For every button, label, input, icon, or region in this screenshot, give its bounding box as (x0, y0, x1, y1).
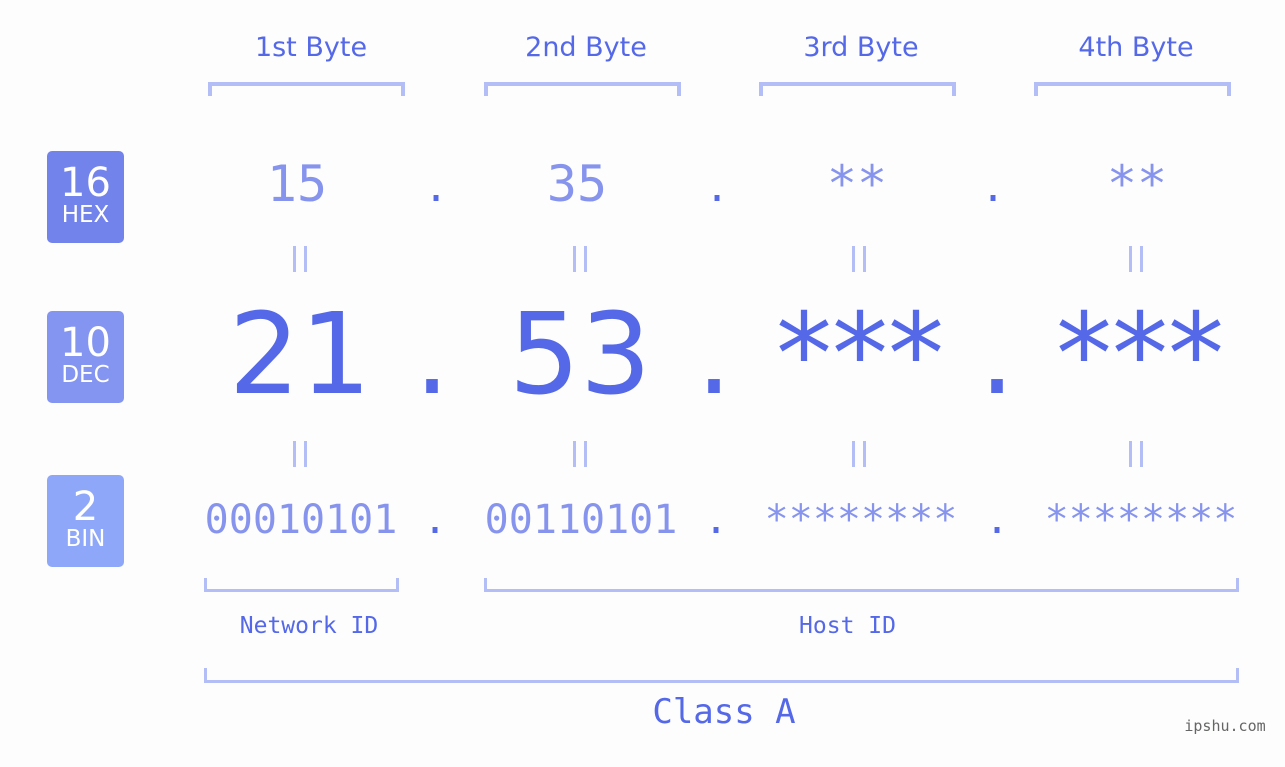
network-id-bracket (204, 578, 399, 592)
hex-octet-4: ** (1106, 155, 1168, 213)
hex-octet-3: ** (826, 155, 888, 213)
equals-hex-dec-4 (1116, 240, 1156, 282)
equals-dec-bin-2 (560, 435, 600, 477)
hex-badge-number: 16 (60, 160, 111, 206)
hex-badge: 16 HEX (47, 151, 124, 243)
byte-header-2: 2nd Byte (525, 32, 647, 63)
dec-dot-1: . (414, 290, 450, 420)
dec-badge-label: DEC (61, 362, 110, 388)
watermark: ipshu.com (1184, 717, 1266, 735)
bin-badge-number: 2 (72, 484, 99, 530)
equals-hex-dec-1 (280, 240, 320, 282)
hex-dot-3: . (980, 165, 1006, 211)
byte-bracket-4 (1034, 82, 1231, 96)
byte-header-3: 3rd Byte (803, 32, 919, 63)
bin-dot-1: . (422, 497, 448, 543)
bin-dot-2: . (703, 497, 729, 543)
hex-badge-label: HEX (61, 202, 110, 228)
byte-bracket-1 (208, 82, 405, 96)
bin-dot-3: . (984, 497, 1010, 543)
dec-dot-2: . (696, 290, 732, 420)
dec-badge: 10 DEC (47, 311, 124, 403)
bin-octet-4: ******** (1044, 497, 1238, 543)
equals-hex-dec-3 (839, 240, 879, 282)
bin-badge-label: BIN (65, 526, 106, 552)
dec-dot-3: . (979, 290, 1015, 420)
hex-octet-2: 35 (546, 155, 608, 213)
equals-dec-bin-3 (839, 435, 879, 477)
host-id-label: Host ID (799, 613, 896, 639)
network-id-label: Network ID (239, 613, 379, 639)
class-label: Class A (652, 692, 796, 732)
byte-header-4: 4th Byte (1078, 32, 1194, 63)
equals-hex-dec-2 (560, 240, 600, 282)
dec-badge-number: 10 (60, 320, 111, 366)
byte-bracket-2 (484, 82, 681, 96)
host-id-bracket (484, 578, 1239, 592)
byte-header-1: 1st Byte (254, 32, 368, 63)
byte-bracket-3 (759, 82, 956, 96)
hex-octet-1: 15 (266, 155, 328, 213)
equals-dec-bin-1 (280, 435, 320, 477)
class-bracket (204, 668, 1239, 683)
hex-dot-1: . (423, 165, 449, 211)
bin-badge: 2 BIN (47, 475, 124, 567)
hex-dot-2: . (704, 165, 730, 211)
equals-dec-bin-4 (1116, 435, 1156, 477)
